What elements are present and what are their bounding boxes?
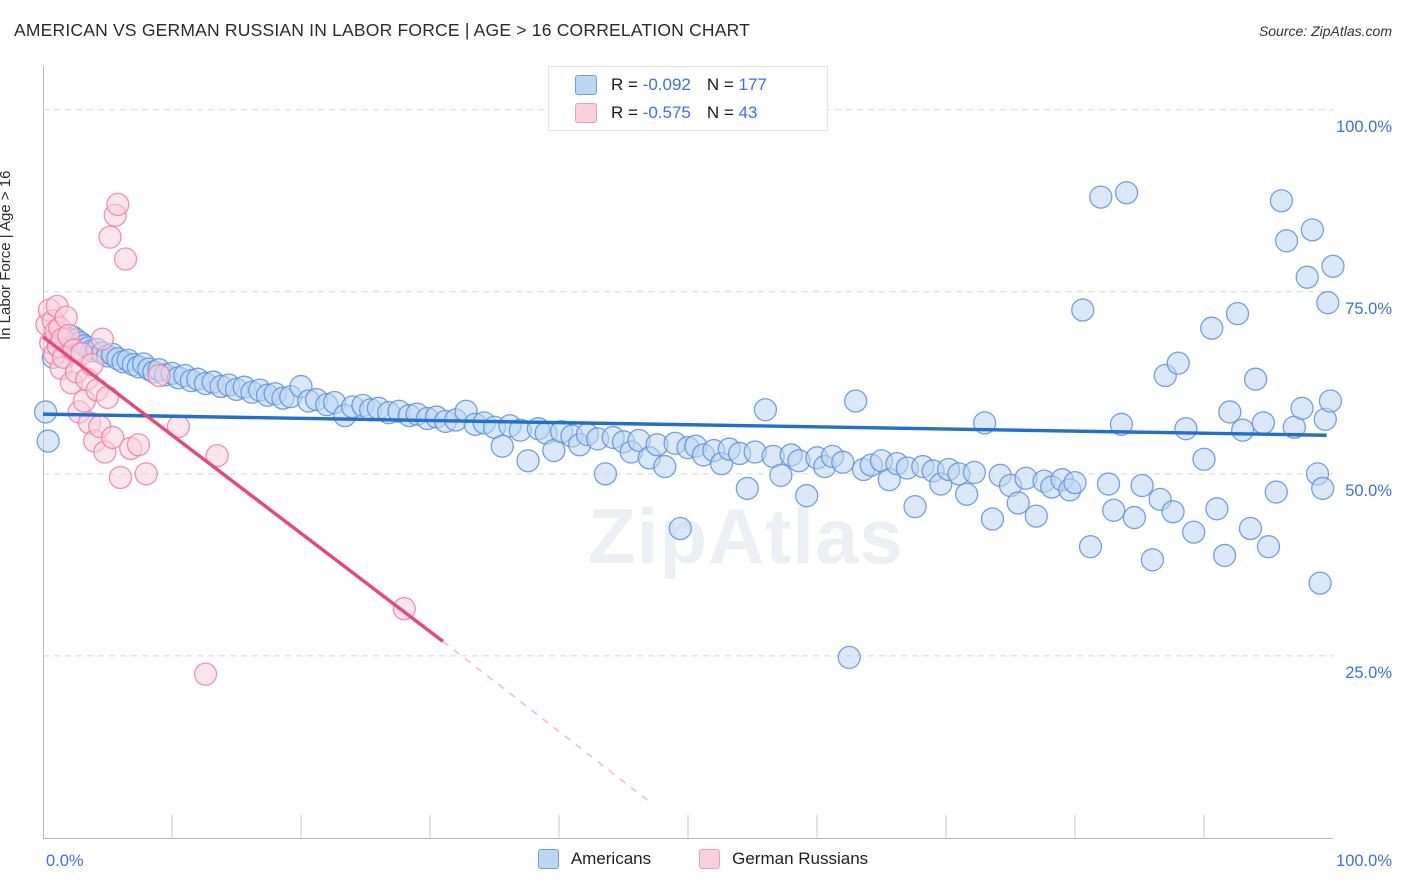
legend-label-german-russians: German Russians: [732, 849, 869, 868]
legend-swatch-americans: [537, 849, 559, 869]
stats-swatch-americans: [575, 74, 597, 95]
y-tick-label-50: 50.0%: [1345, 481, 1392, 500]
stats-legend: R = -0.092 N = 177 R = -0.575 N = 43: [548, 66, 828, 131]
source-attribution: Source: ZipAtlas.com: [1258, 23, 1392, 39]
y-tick-label-25: 25.0%: [1345, 663, 1392, 682]
stats-row-german-russians: R = -0.575 N = 43: [575, 99, 827, 127]
legend-item-americans[interactable]: Americans: [537, 849, 652, 869]
stats-text-german-russians: R = -0.575 N = 43: [611, 102, 758, 122]
x-axis-ticks: [171, 815, 1205, 838]
y-tick-label-75: 75.0%: [1345, 299, 1392, 318]
x-axis-line: [43, 838, 1333, 839]
series-legend: Americans German Russians: [0, 849, 1406, 869]
y-tick-label-100: 100.0%: [1336, 117, 1392, 136]
legend-label-americans: Americans: [570, 849, 652, 868]
stats-swatch-german-russians: [575, 102, 597, 123]
stats-text-americans: R = -0.092 N = 177: [611, 74, 767, 94]
stats-row-americans: R = -0.092 N = 177: [575, 71, 827, 99]
page-title: AMERICAN VS GERMAN RUSSIAN IN LABOR FORC…: [14, 20, 751, 40]
y-axis-title: In Labor Force | Age > 16: [0, 170, 14, 340]
legend-item-german-russians[interactable]: German Russians: [699, 849, 868, 869]
plot-area: ZipAtlas: [33, 66, 1345, 838]
correlation-chart: AMERICAN VS GERMAN RUSSIAN IN LABOR FORC…: [0, 0, 1406, 892]
legend-swatch-german-russians: [699, 849, 721, 869]
